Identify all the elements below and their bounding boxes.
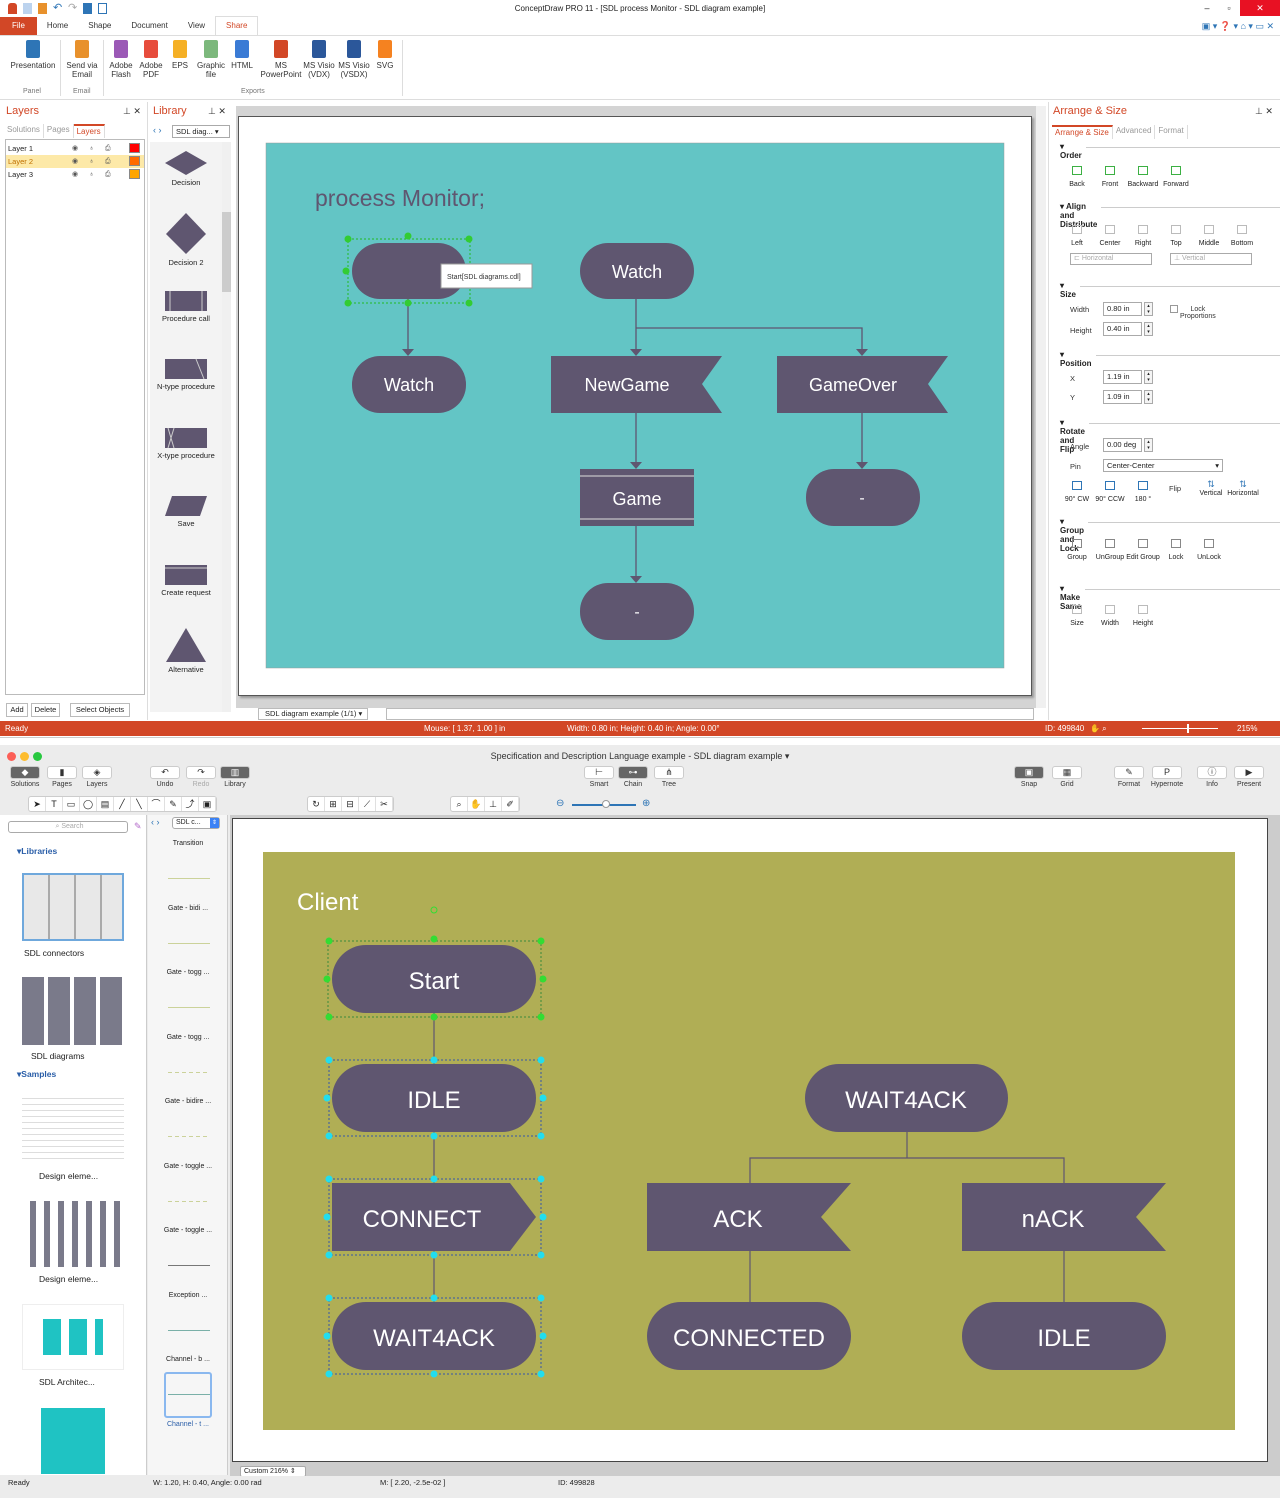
- selection-handle: [537, 1132, 545, 1140]
- start-label: Start: [409, 968, 460, 995]
- selection-handle: [325, 1294, 333, 1302]
- diagram-title: Client: [297, 889, 359, 916]
- selection-handle: [325, 1370, 333, 1378]
- selection-handle: [537, 1251, 545, 1259]
- state-wait4ack-right-label: WAIT4ACK: [845, 1087, 967, 1114]
- input-ack-label: ACK: [713, 1206, 762, 1233]
- selection-handle: [537, 1294, 545, 1302]
- status-bar: Ready W: 1.20, H: 0.40, Angle: 0.00 rad …: [0, 1476, 1280, 1490]
- selection-handle: [323, 1213, 331, 1221]
- selection-handle: [537, 1056, 545, 1064]
- status-dimensions: W: 1.20, H: 0.40, Angle: 0.00 rad: [153, 1478, 262, 1487]
- selection-handle: [430, 1175, 438, 1183]
- selection-handle: [430, 1132, 438, 1140]
- state-wait4ack-label: WAIT4ACK: [373, 1325, 495, 1352]
- selection-handle: [539, 1094, 547, 1102]
- selection-handle: [537, 1175, 545, 1183]
- state-connected-label: CONNECTED: [673, 1325, 825, 1352]
- selection-handle: [430, 1294, 438, 1302]
- selection-handle: [325, 1132, 333, 1140]
- state-idle-right-label: IDLE: [1037, 1325, 1090, 1352]
- selection-handle: [325, 1251, 333, 1259]
- status-ready: Ready: [8, 1478, 30, 1487]
- selection-handle: [325, 1175, 333, 1183]
- status-mouse: M: [ 2.20, -2.5e-02 ]: [380, 1478, 446, 1487]
- selection-handle: [537, 1370, 545, 1378]
- status-id: ID: 499828: [558, 1478, 595, 1487]
- selection-handle: [539, 1332, 547, 1340]
- output-connect-label: CONNECT: [363, 1206, 482, 1233]
- input-nack-label: nACK: [1022, 1206, 1085, 1233]
- selection-handle: [430, 1056, 438, 1064]
- selection-handle: [325, 1056, 333, 1064]
- selection-handle: [430, 1370, 438, 1378]
- sdl-client-diagram: Client Start IDLE CONNECT WAIT4ACK WAIT4…: [263, 852, 1235, 1430]
- selection-handle: [323, 1094, 331, 1102]
- selection-handle: [430, 1251, 438, 1259]
- state-idle-label: IDLE: [407, 1087, 460, 1114]
- selection-handle: [539, 1213, 547, 1221]
- selection-handle: [323, 1332, 331, 1340]
